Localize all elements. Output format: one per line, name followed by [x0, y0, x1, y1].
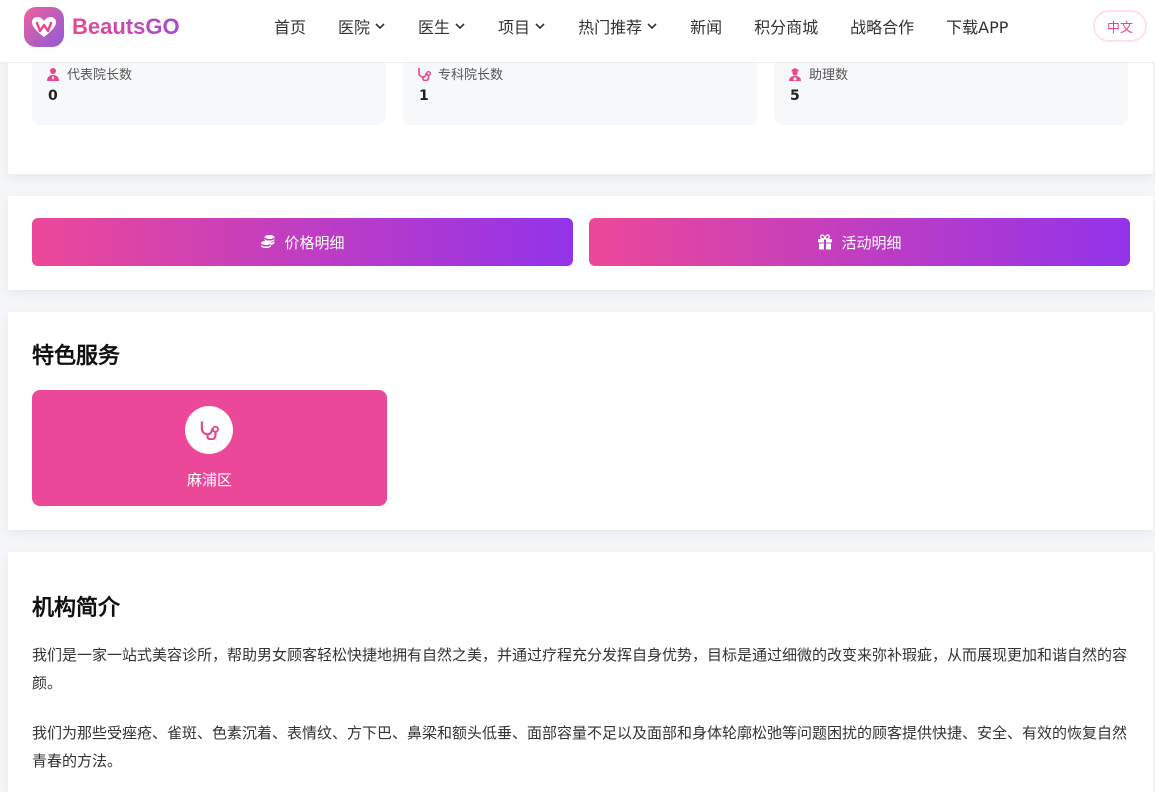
intro-paragraph: 我们是一家一站式美容诊所，帮助男女顾客轻松快捷地拥有自然之美，并通过疗程充分发挥…: [32, 646, 1128, 692]
button-label: 活动明细: [841, 233, 902, 252]
brand-name: BeautsGO: [72, 14, 180, 39]
nav-download-app[interactable]: 下载APP: [946, 14, 1008, 38]
intro-paragraph: 我们为那些受痤疮、雀斑、色素沉着、表情纹、方下巴、鼻梁和额头低垂、面部容量不足以…: [32, 724, 1128, 770]
stat-label: 代表院长数: [67, 68, 133, 83]
stat-assistants: 助理数 5: [774, 55, 1128, 125]
service-label: 麻浦区: [186, 471, 232, 489]
stat-label: 专科院长数: [438, 68, 504, 83]
institution-intro-card: 机构简介 我们是一家一站式美容诊所，帮助男女顾客轻松快捷地拥有自然之美，并通过疗…: [8, 552, 1153, 792]
chevron-down-icon: [375, 23, 385, 30]
top-header: BeautsGO 首页 医院 医生 项目 热门推荐 新闻 积分商城 战略合作 下…: [0, 0, 1155, 62]
nav-label: 医生: [418, 18, 451, 37]
activity-details-button[interactable]: 活动明细: [589, 218, 1130, 266]
section-title: 机构简介: [32, 596, 121, 621]
language-switch[interactable]: 中文: [1093, 10, 1147, 42]
stat-specialist-directors: 专科院长数 1: [403, 55, 757, 125]
button-label: 价格明细: [284, 233, 345, 252]
detail-buttons-card: 价格明细 活动明细: [8, 196, 1153, 290]
nav-partnership[interactable]: 战略合作: [850, 14, 914, 38]
stat-value: 0: [48, 88, 58, 104]
logo-heart-icon: [24, 7, 64, 47]
nav-label: 下载APP: [946, 18, 1009, 37]
nav-points-mall[interactable]: 积分商城: [754, 14, 818, 38]
nav-label: 热门推荐: [578, 18, 643, 37]
gift-icon: [818, 234, 833, 250]
chevron-down-icon: [647, 23, 657, 30]
brand-logo[interactable]: BeautsGO: [24, 7, 180, 47]
nav-label: 首页: [274, 18, 307, 37]
featured-services-card: 特色服务 麻浦区: [8, 312, 1153, 530]
stat-value: 1: [419, 88, 429, 104]
nav-label: 医院: [338, 18, 371, 37]
stat-value: 5: [790, 88, 800, 104]
nav-label: 新闻: [690, 18, 723, 37]
chevron-down-icon: [535, 23, 545, 30]
chevron-down-icon: [455, 23, 465, 30]
nav-projects[interactable]: 项目: [498, 14, 546, 38]
nav-hospital[interactable]: 医院: [338, 14, 386, 38]
user-tie-icon: [47, 67, 59, 81]
nav-hot-recommend[interactable]: 热门推荐: [578, 14, 658, 38]
nav-label: 项目: [498, 18, 531, 37]
nav-news[interactable]: 新闻: [690, 14, 722, 38]
stethoscope-icon: [200, 421, 219, 440]
main-nav: 首页 医院 医生 项目 热门推荐 新闻 积分商城 战略合作 下载APP: [274, 0, 1040, 52]
nav-label: 战略合作: [850, 18, 915, 37]
price-details-button[interactable]: 价格明细: [32, 218, 573, 266]
nav-home[interactable]: 首页: [274, 14, 306, 38]
stat-label: 助理数: [809, 68, 849, 83]
nav-label: 积分商城: [754, 18, 819, 37]
coins-icon: [261, 235, 275, 248]
service-tile[interactable]: 麻浦区: [32, 390, 387, 506]
stat-representative-directors: 代表院长数 0: [32, 55, 386, 125]
section-title: 特色服务: [32, 344, 121, 369]
stethoscope-icon: [418, 67, 431, 81]
user-nurse-icon: [789, 67, 801, 81]
service-icon-circle: [185, 406, 233, 454]
nav-doctor[interactable]: 医生: [418, 14, 466, 38]
